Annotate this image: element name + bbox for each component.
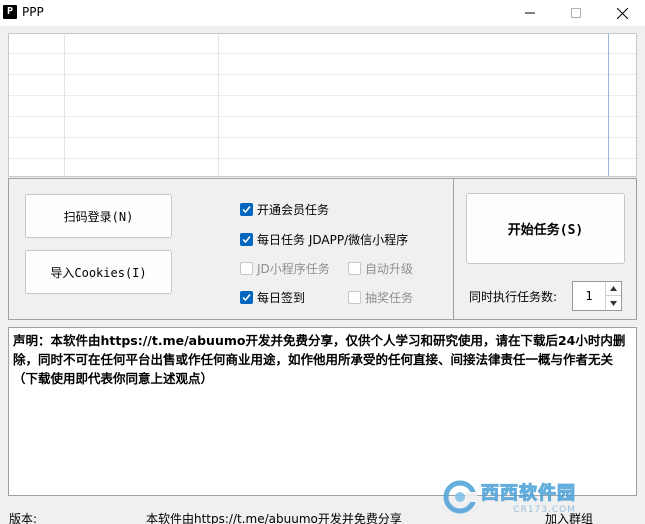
list-row-line xyxy=(9,158,636,159)
checkbox-label: 每日签到 xyxy=(257,291,306,305)
list-row-line xyxy=(9,137,636,138)
disclaimer-textarea[interactable]: 声明：本软件由https://t.me/abuumo开发并免费分享，仅供个人学习… xyxy=(8,327,637,496)
checkbox-unchecked-icon[interactable] xyxy=(348,262,361,275)
spin-down-button[interactable] xyxy=(605,296,621,310)
checkbox-label: 开通会员任务 xyxy=(257,203,330,217)
qr-login-button[interactable]: 扫码登录(N) xyxy=(25,194,172,238)
checkbox-label: JD小程序任务 xyxy=(257,262,330,276)
watermark-text: 西西软件园 xyxy=(481,483,576,505)
checkbox-daily-signin[interactable]: 每日签到 xyxy=(240,289,305,306)
list-column-divider xyxy=(218,34,219,176)
checkbox-unchecked-icon[interactable] xyxy=(240,262,253,275)
share-info-text: 本软件由https://t.me/abuumo开发并免费分享 xyxy=(146,512,402,524)
maximize-icon xyxy=(571,8,581,18)
title-bar: P PPP xyxy=(0,0,645,26)
list-row-line xyxy=(9,95,636,96)
checkbox-lottery-tasks[interactable]: 抽奖任务 xyxy=(348,289,413,306)
spin-up-button[interactable] xyxy=(605,282,621,296)
close-icon xyxy=(616,7,628,19)
minimize-button[interactable] xyxy=(507,0,553,26)
concurrency-value[interactable]: 1 xyxy=(573,282,605,310)
checkbox-jd-miniprogram[interactable]: JD小程序任务 xyxy=(240,260,330,277)
close-button[interactable] xyxy=(599,0,645,26)
minimize-icon xyxy=(525,12,535,14)
app-icon: P xyxy=(3,5,17,19)
watermark-logo-icon xyxy=(443,480,477,514)
checkbox-unchecked-icon[interactable] xyxy=(348,291,361,304)
concurrency-spinbox[interactable]: 1 xyxy=(572,281,622,311)
chevron-down-icon xyxy=(610,300,617,306)
watermark-subtext: CR173.COM xyxy=(513,505,576,515)
list-row-line xyxy=(9,74,636,75)
maximize-button[interactable] xyxy=(553,0,599,26)
checkbox-checked-icon[interactable] xyxy=(240,291,253,304)
checkbox-checked-icon[interactable] xyxy=(240,203,253,216)
chevron-up-icon xyxy=(610,286,617,291)
checkbox-auto-upgrade[interactable]: 自动升级 xyxy=(348,260,413,277)
concurrency-label: 同时执行任务数: xyxy=(469,290,558,304)
list-column-divider xyxy=(608,34,609,176)
list-row-line xyxy=(9,53,636,54)
list-row-line xyxy=(9,116,636,117)
list-column-divider xyxy=(64,34,65,176)
import-cookies-button[interactable]: 导入Cookies(I) xyxy=(25,250,172,294)
checkbox-checked-icon[interactable] xyxy=(240,233,253,246)
checkbox-label: 每日任务 JDAPP/微信小程序 xyxy=(257,233,409,247)
checkbox-label: 抽奖任务 xyxy=(365,291,414,305)
checkbox-member-tasks[interactable]: 开通会员任务 xyxy=(240,201,329,218)
account-list[interactable] xyxy=(8,33,637,177)
version-label: 版本: xyxy=(9,512,38,524)
window-title: PPP xyxy=(22,5,44,19)
checkbox-label: 自动升级 xyxy=(365,262,414,276)
checkbox-daily-tasks[interactable]: 每日任务 JDAPP/微信小程序 xyxy=(240,231,408,248)
start-tasks-button[interactable]: 开始任务(S) xyxy=(466,193,625,264)
site-watermark: 西西软件园 CR173.COM xyxy=(443,474,633,520)
